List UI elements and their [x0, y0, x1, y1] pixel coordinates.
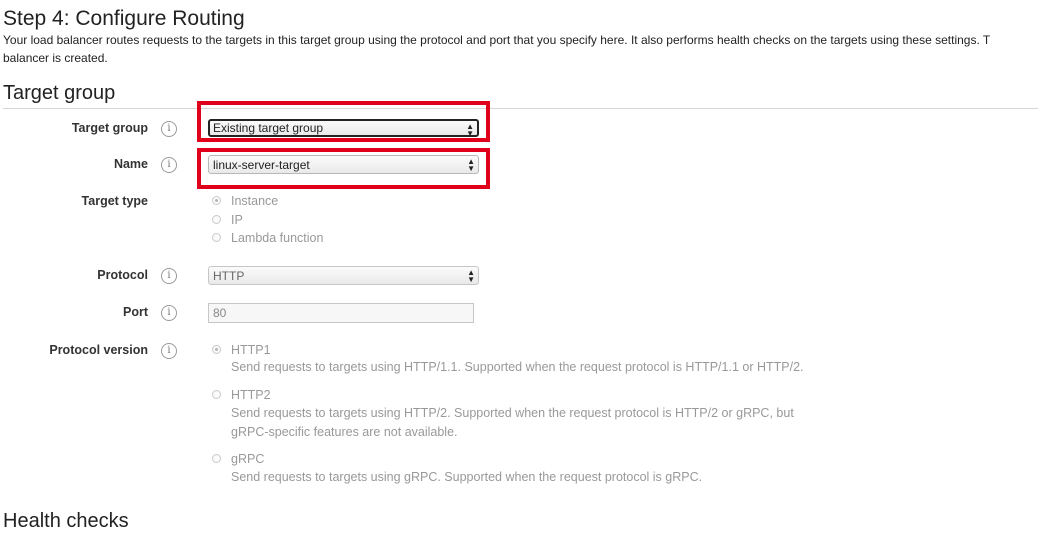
name-label: Name — [113, 157, 148, 171]
info-icon[interactable]: i — [161, 268, 177, 284]
radio-label-grpc: gRPC — [231, 452, 265, 466]
radio-protocol-version-http2[interactable] — [212, 390, 221, 399]
info-icon[interactable]: i — [161, 305, 177, 321]
radio-label-http2: HTTP2 — [231, 388, 271, 402]
target-group-label: Target group — [71, 121, 148, 135]
radio-label-instance: Instance — [231, 194, 279, 208]
protocol-version-label: Protocol version — [49, 343, 148, 357]
radio-label-lambda: Lambda function — [231, 231, 324, 245]
updown-arrow-icon: ▲ ▼ — [467, 157, 475, 173]
page-description: Your load balancer routes requests to th… — [3, 33, 991, 65]
radio-target-type-ip[interactable] — [212, 215, 221, 224]
name-select[interactable]: linux-server-target ▲ ▼ — [208, 155, 479, 174]
info-icon[interactable]: i — [161, 343, 177, 359]
radio-target-type-instance[interactable] — [212, 196, 221, 205]
radio-label-ip: IP — [231, 213, 243, 227]
radio-desc-http1: Send requests to targets using HTTP/1.1.… — [231, 360, 804, 374]
protocol-label: Protocol — [97, 268, 148, 282]
section-divider — [3, 108, 1038, 109]
radio-target-type-lambda[interactable] — [212, 233, 221, 242]
section-heading-health-checks: Health checks — [3, 510, 129, 532]
radio-desc-grpc: Send requests to targets using gRPC. Sup… — [231, 470, 703, 484]
radio-desc-http2-line2: gRPC-specific features are not available… — [231, 425, 458, 439]
radio-desc-http2: Send requests to targets using HTTP/2. S… — [231, 406, 794, 420]
page-title: Step 4: Configure Routing — [3, 7, 245, 30]
radio-protocol-version-grpc[interactable] — [212, 454, 221, 463]
radio-label-http1: HTTP1 — [231, 343, 271, 357]
protocol-select[interactable]: HTTP ▲ ▼ — [208, 266, 479, 285]
port-label: Port — [123, 305, 148, 319]
updown-arrow-icon: ▲ ▼ — [466, 122, 474, 138]
radio-protocol-version-http1[interactable] — [212, 345, 221, 354]
info-icon[interactable]: i — [161, 157, 177, 173]
section-heading-target-group: Target group — [3, 82, 116, 104]
info-icon[interactable]: i — [161, 121, 177, 137]
updown-arrow-icon: ▲ ▼ — [467, 268, 475, 284]
target-group-select[interactable]: Existing target group ▲ ▼ — [208, 119, 479, 138]
port-input[interactable]: 80 — [208, 303, 474, 323]
target-type-label: Target type — [81, 194, 148, 208]
